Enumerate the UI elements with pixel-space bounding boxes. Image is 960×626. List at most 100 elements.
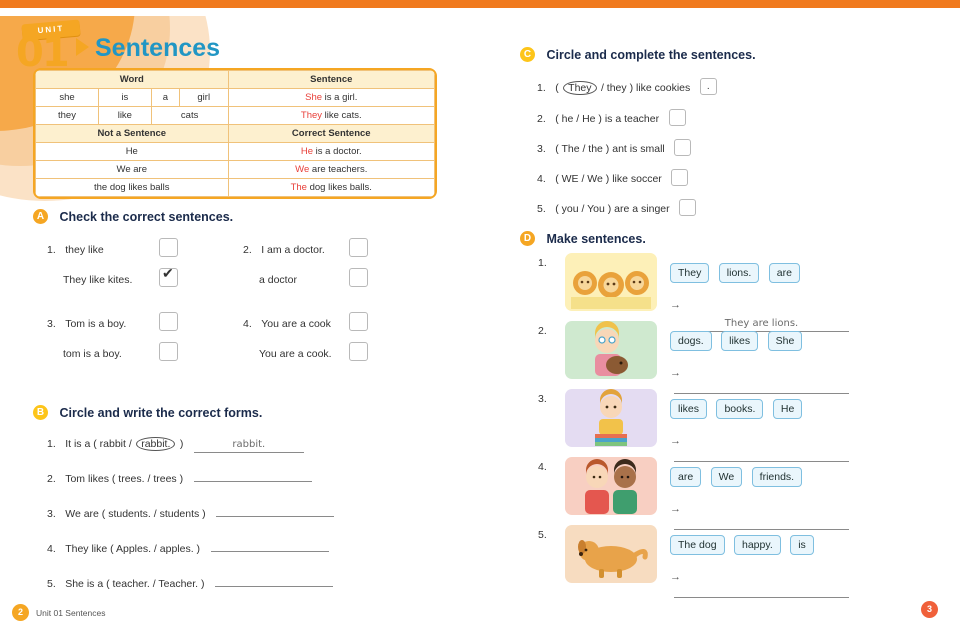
arrow-right-icon: →: [670, 367, 681, 379]
table-row: they like cats They like cats.: [35, 106, 435, 125]
grammar-table: Word Sentence she is a girl She is a gir…: [35, 70, 435, 197]
question-c3: 3. ( The / the ) ant is small: [537, 139, 692, 157]
token[interactable]: friends.: [751, 467, 803, 487]
image-two-friends: [565, 457, 657, 515]
checkbox-a4b[interactable]: [349, 342, 368, 361]
item-text: ( you / You ) are a singer: [555, 203, 670, 215]
grammar-header-correct-sentence: Correct Sentence: [227, 124, 435, 143]
answer-line-b4[interactable]: [210, 539, 329, 552]
cell-word: a: [150, 88, 180, 107]
checkbox-a3b[interactable]: [159, 342, 178, 361]
answer-box-c3[interactable]: [674, 139, 692, 157]
item-number: 2.: [47, 473, 56, 485]
cell-correct-sentence: We are teachers.: [227, 160, 435, 179]
bold-word: They: [300, 110, 323, 121]
token[interactable]: are: [670, 467, 702, 487]
token[interactable]: The dog: [670, 535, 725, 555]
cell-word: she: [35, 88, 99, 107]
item-text: They like ( Apples. / apples. ): [65, 543, 201, 555]
cell-sentence: She is a girl.: [227, 88, 435, 107]
question-b1: 1. It is a ( rabbit / rabbit. ) rabbit.: [47, 434, 304, 453]
token[interactable]: books.: [716, 399, 764, 419]
page-number-left: 2: [12, 604, 29, 621]
page-title: Sentences: [95, 34, 221, 62]
item-number-d4: 4.: [538, 461, 547, 473]
token[interactable]: dogs.: [670, 331, 712, 351]
section-b-marker: B: [33, 405, 48, 421]
item-number: 5.: [47, 578, 56, 590]
item-text: ( he / He ) is a teacher: [555, 113, 660, 125]
question-c4: 4. ( WE / We ) like soccer: [537, 169, 689, 187]
item-text: They like kites.: [63, 274, 133, 286]
answer-box-c1[interactable]: .: [699, 78, 717, 96]
tokens-d2: dogs. likes She: [670, 331, 803, 351]
image-happy-dog: [565, 525, 657, 583]
cell-word: girl: [178, 88, 229, 107]
section-d-header: D Make sentences.: [520, 230, 646, 248]
checkbox-a4[interactable]: [349, 312, 368, 331]
item-text: ( The / the ) ant is small: [555, 143, 665, 155]
answer-box-c5[interactable]: [679, 199, 697, 217]
table-row: We are We are teachers.: [35, 160, 435, 179]
answer-line-b1[interactable]: rabbit.: [193, 434, 304, 453]
item-number: 4.: [243, 318, 252, 330]
item-suffix: ): [179, 438, 184, 450]
token[interactable]: happy.: [733, 535, 781, 555]
answer-line-d5[interactable]: [674, 585, 849, 598]
answer-box-c4[interactable]: [671, 169, 689, 187]
bold-word: He: [300, 146, 314, 157]
answer-line-d2[interactable]: [674, 381, 849, 394]
item-number: 4.: [47, 543, 56, 555]
token[interactable]: We: [710, 467, 743, 487]
answer-line-b2[interactable]: [193, 469, 312, 482]
checkbox-a3[interactable]: [159, 312, 178, 331]
lions-illustration: [571, 271, 651, 309]
token[interactable]: He: [772, 399, 803, 419]
checkbox-a2[interactable]: [349, 238, 368, 257]
answer-line-d3[interactable]: [674, 449, 849, 462]
item-text: You are a cook: [261, 318, 331, 330]
item-number-d5: 5.: [538, 529, 547, 541]
workbook-page: UNIT 01 Sentences Word Sentence she is a…: [0, 0, 960, 626]
arrow-icon: [76, 38, 89, 56]
handwritten-answer: They are lions.: [724, 318, 799, 329]
answer-line-d4[interactable]: [674, 517, 849, 530]
question-c5: 5. ( you / You ) are a singer: [537, 199, 697, 217]
item-text: She is a ( teacher. / Teacher. ): [65, 578, 205, 590]
item-number: 3.: [47, 508, 56, 520]
bold-word: She: [305, 92, 323, 103]
checkbox-a2b[interactable]: [349, 268, 368, 287]
cell-word: cats: [150, 106, 229, 125]
answer-row-d5: →: [670, 567, 860, 603]
cell-correct-sentence: The dog likes balls.: [227, 178, 435, 197]
image-three-lions: [565, 253, 657, 311]
token[interactable]: She: [767, 331, 803, 351]
answer-box-c2[interactable]: [668, 109, 686, 127]
question-a2b: a doctor: [243, 268, 423, 288]
token[interactable]: likes: [670, 399, 708, 419]
answer-line-b5[interactable]: [214, 574, 333, 587]
token[interactable]: lions.: [718, 263, 760, 283]
checkbox-a1[interactable]: [159, 238, 178, 257]
item-text: Tom is a boy.: [65, 318, 127, 330]
table-row: He He is a doctor.: [35, 142, 435, 161]
circled-choice[interactable]: rabbit.: [136, 437, 176, 451]
answer-line-d1[interactable]: They are lions.: [674, 313, 849, 332]
token[interactable]: are: [768, 263, 800, 283]
top-orange-bar: [0, 0, 960, 8]
circled-choice[interactable]: They: [563, 81, 597, 95]
answer-row-d4: →: [670, 499, 860, 535]
image-girl-with-dog: [565, 321, 657, 379]
answer-line-b3[interactable]: [216, 504, 335, 517]
grammar-header-word: Word: [35, 70, 229, 89]
question-b2: 2. Tom likes ( trees. / trees ): [47, 469, 312, 487]
token[interactable]: is: [790, 535, 814, 555]
arrow-right-icon: →: [670, 571, 681, 583]
token[interactable]: They: [670, 263, 710, 283]
answer-row-d2: →: [670, 363, 860, 399]
checkbox-a1b-checked[interactable]: [159, 265, 178, 287]
friends-illustration: [585, 459, 637, 514]
question-b5: 5. She is a ( teacher. / Teacher. ): [47, 574, 333, 592]
section-c-header: C Circle and complete the sentences.: [520, 46, 756, 64]
token[interactable]: likes: [721, 331, 759, 351]
